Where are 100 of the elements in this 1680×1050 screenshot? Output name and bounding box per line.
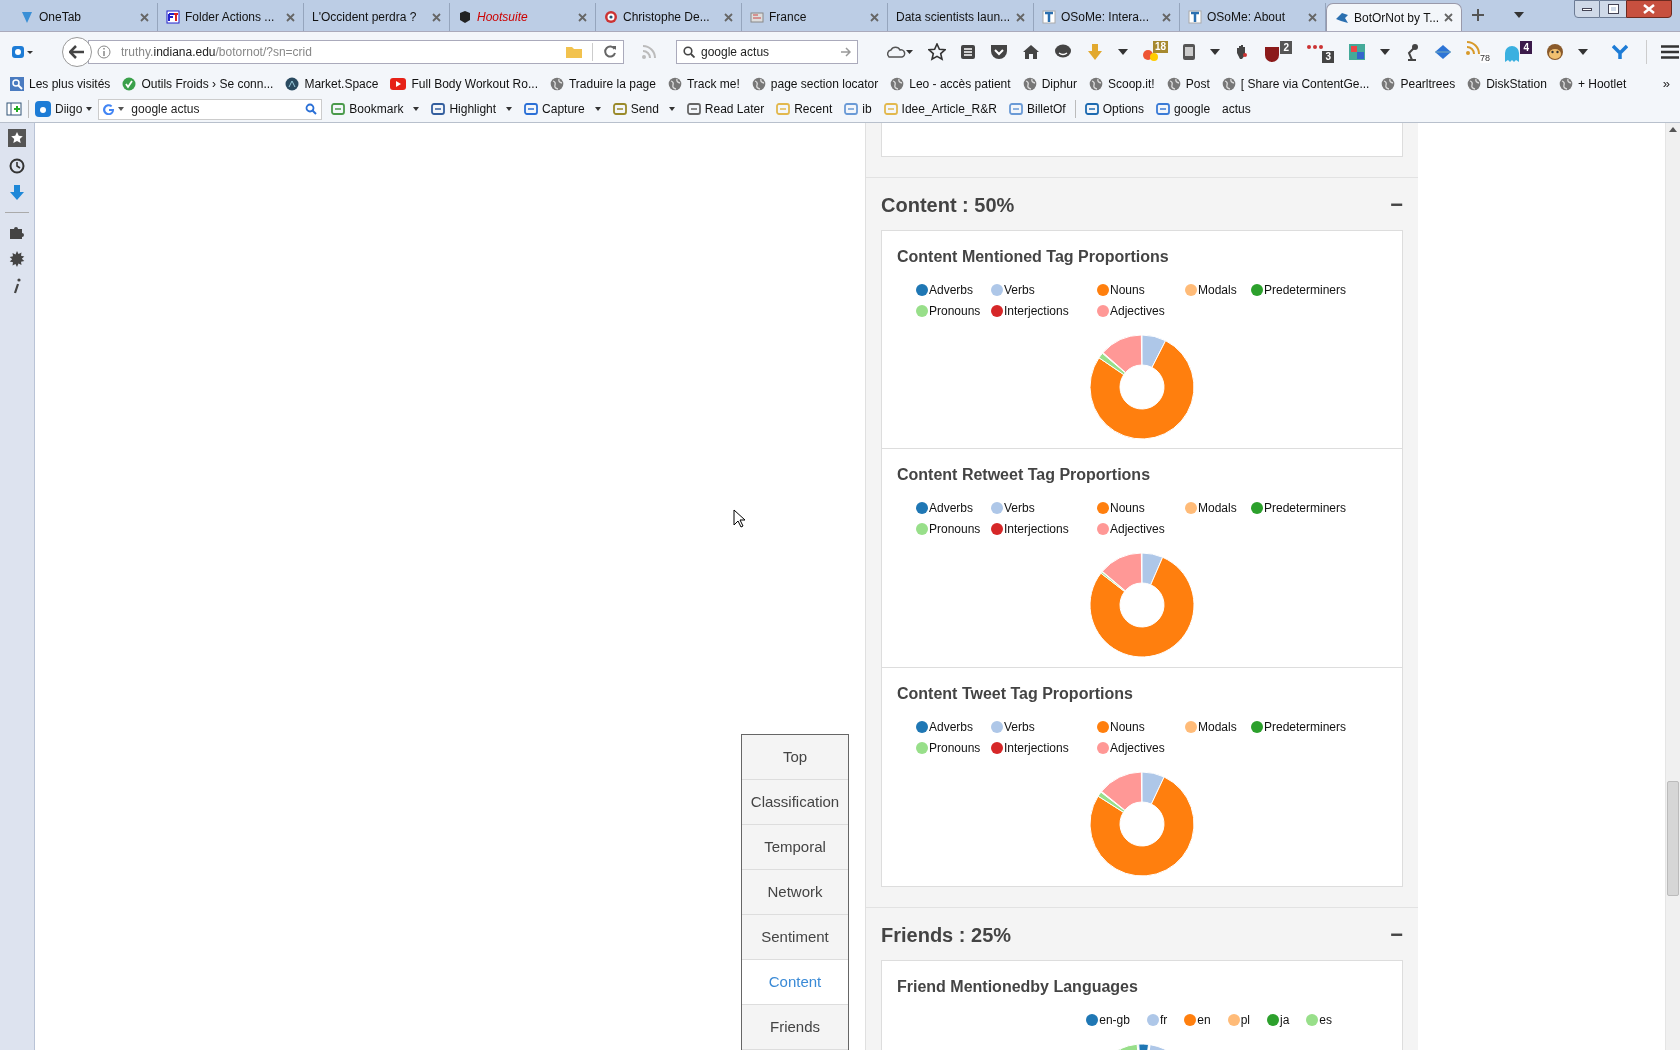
toolbar-button[interactable]: Highlight xyxy=(428,100,516,118)
toolbar-button[interactable]: Capture xyxy=(521,100,604,118)
bookmark-item[interactable]: [ Share via ContentGe... xyxy=(1217,74,1374,93)
close-icon[interactable] xyxy=(1162,12,1171,22)
toolbar-button[interactable]: Bookmark xyxy=(328,100,423,118)
diigo-icon[interactable] xyxy=(12,44,34,59)
legend-item[interactable]: Nouns xyxy=(1097,718,1185,736)
close-icon[interactable] xyxy=(1444,13,1454,22)
document-icon[interactable] xyxy=(1182,42,1196,61)
section-nav-item[interactable]: Sentiment xyxy=(742,915,848,960)
new-tab-icon[interactable] xyxy=(1472,9,1485,21)
legend-item[interactable]: es xyxy=(1306,1011,1332,1029)
cloud-icon[interactable] xyxy=(886,43,914,60)
toolbar-button[interactable]: Send xyxy=(609,100,678,118)
restore-button[interactable] xyxy=(1600,0,1626,18)
bookmark-item[interactable]: Pearltrees xyxy=(1377,74,1460,93)
chat-icon[interactable] xyxy=(1054,43,1072,60)
reload-icon[interactable] xyxy=(603,44,617,59)
puzzle-icon[interactable] xyxy=(9,224,25,240)
tab-list-caret-icon[interactable] xyxy=(1514,12,1525,18)
collapse-button[interactable]: − xyxy=(1390,195,1403,215)
bookmark-item[interactable]: Track me! xyxy=(663,74,744,93)
dots-icon[interactable] xyxy=(1306,42,1326,51)
bookmark-item[interactable]: + Hootlet xyxy=(1554,74,1631,93)
menu-icon[interactable] xyxy=(1661,44,1679,59)
collapse-button[interactable]: − xyxy=(1390,925,1403,945)
bookmark-item[interactable]: Post xyxy=(1162,74,1214,93)
toolbar-button[interactable]: google xyxy=(1153,100,1214,118)
legend-item[interactable]: Adjectives xyxy=(1097,520,1185,538)
legend-item[interactable]: en xyxy=(1184,1011,1211,1029)
legend-item[interactable]: Pronouns xyxy=(916,739,991,757)
bookmark-item[interactable]: Scoop.it! xyxy=(1085,74,1159,93)
legend-item[interactable]: Nouns xyxy=(1097,281,1185,299)
diigo-search-field[interactable]: google actus xyxy=(98,98,323,120)
legend-item[interactable]: Nouns xyxy=(1097,499,1185,517)
sidebar-toggle-icon[interactable] xyxy=(6,102,22,116)
bookmark-item[interactable]: Full Body Workout Ro... xyxy=(386,74,542,93)
toolbar-button[interactable]: BilletOf xyxy=(1005,100,1069,118)
bookmark-item[interactable]: Market.Space xyxy=(281,74,383,93)
caret-icon[interactable] xyxy=(594,107,601,111)
caret-icon[interactable] xyxy=(668,107,675,111)
close-icon[interactable] xyxy=(1308,12,1317,22)
bookmark-item[interactable]: page section locator xyxy=(747,74,883,93)
section-nav-item[interactable]: Temporal xyxy=(742,825,848,870)
bookmark-item[interactable]: DiskStation xyxy=(1463,74,1551,93)
legend-item[interactable]: Pronouns xyxy=(916,302,991,320)
legend-item[interactable]: fr xyxy=(1146,1011,1168,1029)
close-icon[interactable] xyxy=(432,12,441,22)
section-nav-item[interactable]: Top xyxy=(742,735,848,780)
close-icon[interactable] xyxy=(140,12,149,22)
caret-icon[interactable] xyxy=(506,107,513,111)
caret-icon[interactable] xyxy=(413,107,420,111)
bookmark-item[interactable]: Outils Froids › Se conn... xyxy=(118,74,278,93)
legend-item[interactable]: en-gb xyxy=(1086,1011,1130,1029)
hand-icon[interactable] xyxy=(1234,43,1250,60)
legend-item[interactable]: Adjectives xyxy=(1097,739,1185,757)
section-nav-item[interactable]: Friends xyxy=(742,1005,848,1050)
minimize-button[interactable] xyxy=(1574,0,1600,18)
legend-item[interactable]: Modals xyxy=(1185,281,1251,299)
caret-icon[interactable] xyxy=(1578,48,1588,55)
legend-item[interactable]: Adjectives xyxy=(1097,302,1185,320)
close-icon[interactable] xyxy=(870,12,879,22)
close-button[interactable] xyxy=(1626,0,1672,18)
legend-item[interactable]: Verbs xyxy=(991,499,1097,517)
close-icon[interactable] xyxy=(578,12,587,22)
toolbar-button[interactable]: Idee_Article_R&R xyxy=(880,100,1000,118)
grid-icon[interactable] xyxy=(1348,42,1366,61)
search-field[interactable]: google actus xyxy=(676,39,858,64)
bookmarks-overflow-button[interactable]: » xyxy=(1662,73,1670,94)
reading-list-icon[interactable] xyxy=(960,43,976,60)
section-nav-item[interactable]: Classification xyxy=(742,780,848,825)
bookmark-item[interactable]: Leo - accès patient xyxy=(886,74,1015,93)
legend-item[interactable]: Predeterminers xyxy=(1251,499,1387,517)
y-logo-icon[interactable] xyxy=(1612,43,1628,60)
legend-item[interactable]: pl xyxy=(1227,1011,1250,1029)
bookmark-item[interactable]: Les plus visités xyxy=(6,74,115,93)
scrollbar[interactable] xyxy=(1665,123,1680,1050)
home-icon[interactable] xyxy=(1022,43,1040,60)
close-icon[interactable] xyxy=(1016,12,1025,22)
close-icon[interactable] xyxy=(724,12,733,22)
monkey-icon[interactable] xyxy=(1546,42,1564,61)
shield-icon[interactable] xyxy=(1264,44,1280,63)
address-bar[interactable]: truthy.indiana.edu/botornot/?sn=crid xyxy=(88,39,624,64)
legend-item[interactable]: Interjections xyxy=(991,739,1097,757)
toolbar-button[interactable]: Read Later xyxy=(683,100,768,118)
go-arrow-icon[interactable] xyxy=(841,46,851,57)
toolbar-button[interactable]: Options xyxy=(1081,100,1147,118)
legend-item[interactable]: Adverbs xyxy=(916,718,991,736)
legend-item[interactable]: Verbs xyxy=(991,718,1097,736)
browser-tab[interactable]: BotOrNot by T... xyxy=(1326,3,1463,31)
back-button[interactable] xyxy=(62,36,92,67)
toolbar-button[interactable]: Recent xyxy=(773,100,836,118)
legend-item[interactable]: Predeterminers xyxy=(1251,718,1387,736)
info-icon[interactable] xyxy=(12,278,22,294)
google-engine-icon[interactable] xyxy=(103,103,126,115)
caret-icon[interactable] xyxy=(1380,48,1390,55)
caret-icon[interactable] xyxy=(1118,48,1128,55)
bookmark-item[interactable]: Traduire la page xyxy=(545,74,660,93)
legend-item[interactable]: Interjections xyxy=(991,520,1097,538)
bookmark-item[interactable]: Diphur xyxy=(1018,74,1081,93)
